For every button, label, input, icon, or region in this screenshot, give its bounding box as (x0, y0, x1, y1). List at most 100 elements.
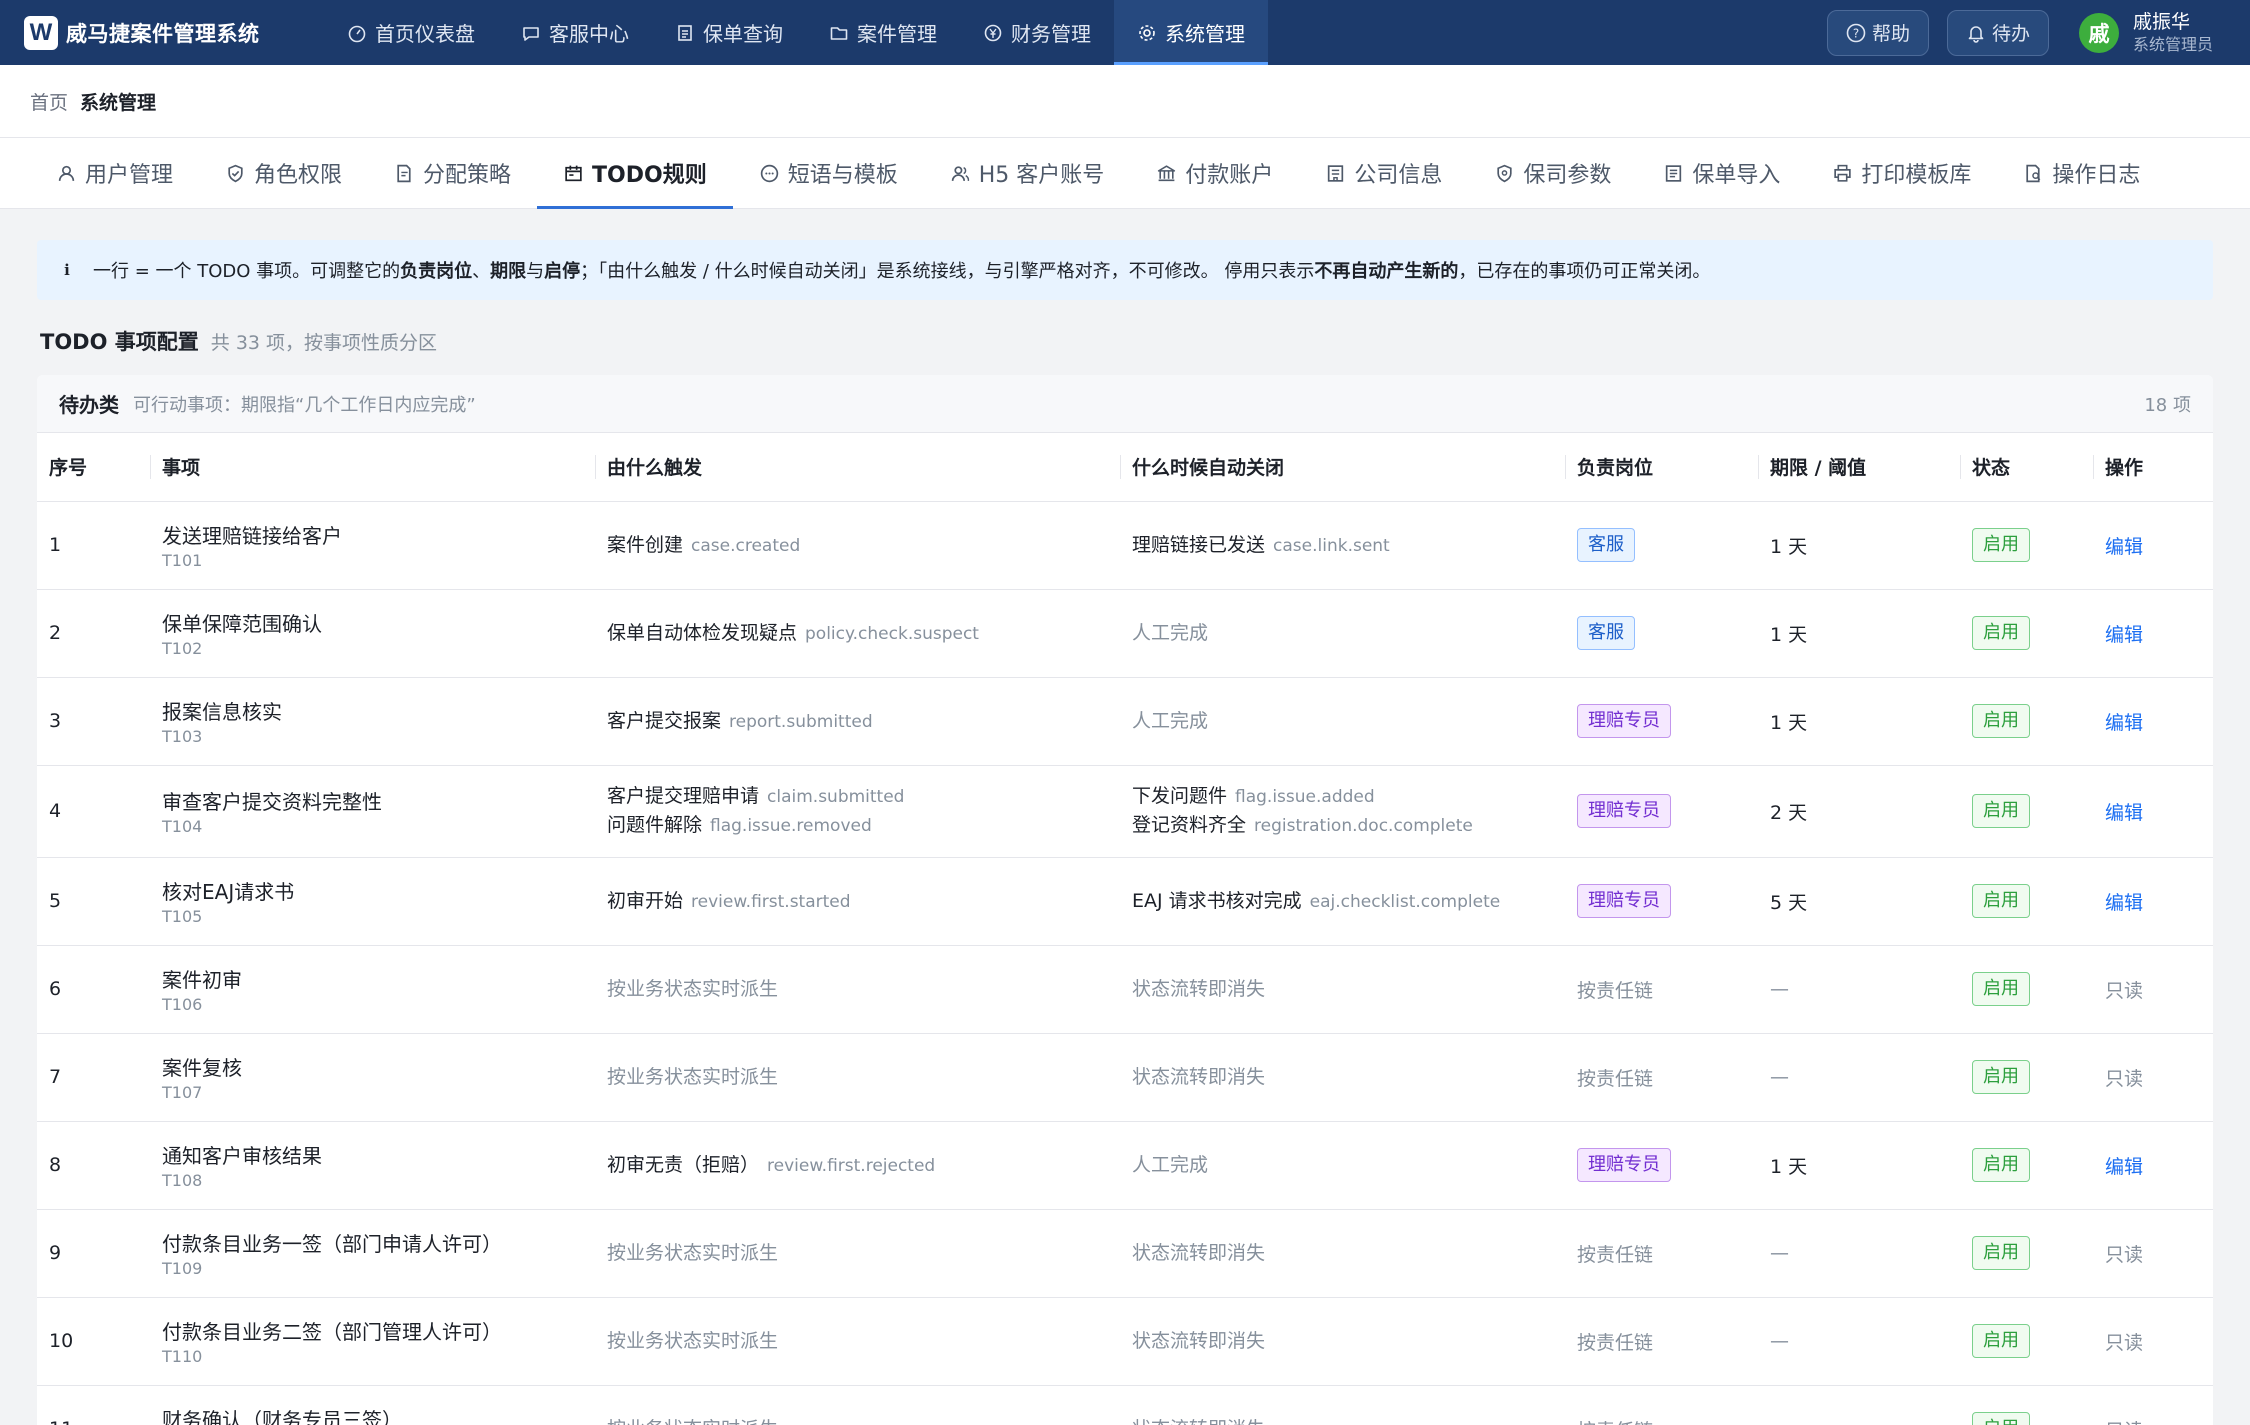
row-no: 1 (37, 501, 150, 590)
tab-3[interactable]: TODO规则 (537, 138, 733, 209)
rows-3-close-text: 登记资料齐全 (1132, 814, 1247, 836)
status-badge[interactable]: 启用 (1972, 528, 2030, 562)
row-item: 案件初审 T106 (150, 945, 595, 1034)
item-code: T110 (162, 1347, 203, 1366)
row-trigger: 按业务状态实时派生 (595, 1297, 1120, 1386)
folder-icon (830, 26, 848, 40)
row-status: 启用 (1960, 1121, 2093, 1210)
rows-8-trigger-text: 按业务状态实时派生 (607, 1242, 779, 1264)
row-item: 审查客户提交资料完整性 T104 (150, 765, 595, 858)
document-icon (678, 24, 692, 41)
rows-7-trigger-event: review.first.rejected (767, 1155, 936, 1176)
tab-0[interactable]: 用户管理 (30, 138, 199, 208)
status-badge[interactable]: 启用 (1972, 616, 2030, 650)
status-badge[interactable]: 启用 (1972, 1060, 2030, 1094)
row-item: 案件复核 T107 (150, 1033, 595, 1122)
row-no: 11 (37, 1385, 150, 1425)
row-trigger: 初审无责（拒赔） review.first.rejected (595, 1121, 1120, 1210)
yen-icon (984, 24, 1002, 41)
tab-2[interactable]: 分配策略 (368, 138, 537, 208)
tab-9[interactable]: 保单导入 (1637, 138, 1806, 208)
col-name: 事项 (150, 433, 595, 502)
nav-item-1[interactable]: 客服中心 (498, 0, 652, 65)
rows-7-trigger-line: 初审无责（拒赔） review.first.rejected (607, 1151, 1120, 1180)
status-badge[interactable]: 启用 (1972, 884, 2030, 918)
nav-item-2[interactable]: 保单查询 (652, 0, 806, 65)
nav-item-3[interactable]: 案件管理 (806, 0, 960, 65)
rows-4-close-event: eaj.checklist.complete (1309, 891, 1501, 912)
item-code: T106 (162, 995, 203, 1014)
rows-2-trigger-line: 客户提交报案 report.submitted (607, 707, 1120, 736)
rows-10-close-text: 状态流转即消失 (1132, 1418, 1265, 1425)
edit-link[interactable]: 编辑 (2105, 536, 2143, 558)
panel-subtitle: 可行动事项：期限指“几个工作日内应完成” (133, 394, 476, 416)
rows-9-close-text: 状态流转即消失 (1132, 1330, 1266, 1352)
status-badge[interactable]: 启用 (1972, 704, 2030, 738)
row-action: 只读 (2093, 1033, 2213, 1122)
status-badge[interactable]: 启用 (1972, 1412, 2030, 1425)
role-tag: 理赔专员 (1577, 704, 1671, 738)
tab-10[interactable]: 打印模板库 (1806, 138, 1997, 208)
brand[interactable]: W 威马捷案件管理系统 (24, 15, 314, 50)
readonly-label: 只读 (2105, 1420, 2143, 1425)
breadcrumb-home[interactable]: 首页 (30, 88, 68, 115)
item-code: T101 (162, 551, 203, 570)
status-badge[interactable]: 启用 (1972, 1148, 2030, 1182)
row-no: 8 (37, 1121, 150, 1210)
row-item: 核对EAJ请求书 T105 (150, 857, 595, 946)
row-close: 状态流转即消失 (1120, 1385, 1565, 1425)
edit-link[interactable]: 编辑 (2105, 624, 2143, 646)
rows-1-trigger-text: 保单自动体检发现疑点 (607, 621, 798, 644)
section-title: TODO 事项配置 (40, 330, 199, 354)
tab-label: 短语与模板 (787, 163, 898, 188)
rows-3-trigger-text: 客户提交理赔申请 (607, 785, 760, 807)
tab-8[interactable]: 保司参数 (1468, 138, 1637, 208)
row-status: 启用 (1960, 501, 2093, 590)
edit-link[interactable]: 编辑 (2105, 712, 2143, 734)
rows-6-close-text: 状态流转即消失 (1132, 1066, 1266, 1088)
rows-5-close-line: 状态流转即消失 (1132, 975, 1565, 1003)
edit-link[interactable]: 编辑 (2105, 802, 2143, 824)
section-subtitle: 共 33 项，按事项性质分区 (210, 332, 438, 354)
panel-header: 待办类 可行动事项：期限指“几个工作日内应完成” 18 项 (37, 375, 2213, 433)
row-status: 启用 (1960, 589, 2093, 678)
rows-4-trigger-line: 初审开始 review.first.started (607, 887, 1120, 916)
row-role: 理赔专员 (1565, 1121, 1758, 1210)
status-badge[interactable]: 启用 (1972, 794, 2030, 828)
nav-item-4[interactable]: 财务管理 (960, 0, 1114, 65)
role-tag: 理赔专员 (1577, 794, 1671, 828)
avatar[interactable]: 戚 (2078, 12, 2119, 53)
tab-7[interactable]: 公司信息 (1299, 138, 1468, 208)
col-trigger: 由什么触发 (595, 433, 1120, 502)
tab-6[interactable]: 付款账户 (1130, 138, 1299, 208)
rows-2-trigger-event: report.submitted (729, 711, 873, 732)
tab-4[interactable]: 短语与模板 (733, 138, 924, 208)
tab-11[interactable]: 操作日志 (1997, 138, 2166, 208)
table-row: 1 发送理赔链接给客户 T101 案件创建 case.created 理赔链接已发送 cas… (37, 501, 2213, 590)
tab-5[interactable]: H5 客户账号 (924, 138, 1131, 208)
status-badge[interactable]: 启用 (1972, 1236, 2030, 1270)
row-close: 人工完成 (1120, 1121, 1565, 1210)
item-name: 保单保障范围确认 (162, 612, 322, 636)
help-icon: ? (1846, 23, 1866, 42)
rows-3-close-line: 登记资料齐全 registration.doc.complete (1132, 811, 1565, 840)
row-action: 编辑 (2093, 1121, 2213, 1210)
help-button[interactable]: ? 帮助 (1826, 9, 1929, 56)
todo-button[interactable]: 待办 (1946, 9, 2049, 56)
row-role: 理赔专员 (1565, 857, 1758, 946)
user-info[interactable]: 戚振华 系统管理员 (2133, 11, 2213, 55)
edit-link[interactable]: 编辑 (2105, 892, 2143, 914)
row-trigger: 客户提交理赔申请 claim.submitted 问题件解除 flag.issue.r… (595, 765, 1120, 858)
col-action: 操作 (2093, 433, 2213, 502)
status-badge[interactable]: 启用 (1972, 1324, 2030, 1358)
tab-1[interactable]: 角色权限 (199, 138, 368, 208)
item-code: T103 (162, 727, 203, 746)
status-badge[interactable]: 启用 (1972, 972, 2030, 1006)
rows-3-close-text: 下发问题件 (1132, 785, 1228, 807)
item-code: T109 (162, 1259, 203, 1278)
nav-item-0[interactable]: 首页仪表盘 (324, 0, 498, 65)
tab-label: 付款账户 (1185, 163, 1274, 188)
row-deadline: 5 天 (1758, 857, 1960, 946)
edit-link[interactable]: 编辑 (2105, 1156, 2143, 1178)
nav-item-5[interactable]: 系统管理 (1114, 0, 1268, 65)
